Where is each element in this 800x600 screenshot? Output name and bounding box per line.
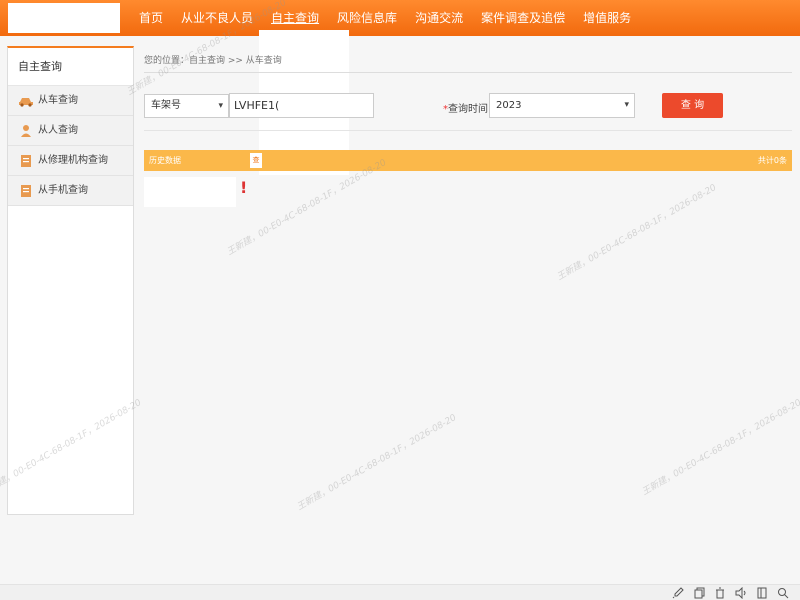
sidebar-item-label: 从修理机构查询	[38, 154, 108, 166]
sidebar-item-phone-query[interactable]: 从手机查询	[8, 176, 133, 206]
history-tab[interactable]: 查	[250, 153, 262, 168]
history-title: 历史数据	[149, 156, 181, 165]
nav-item-case-investigation[interactable]: 案件调查及追偿	[472, 0, 574, 36]
person-icon	[18, 123, 34, 139]
search-button[interactable]: 查 询	[662, 93, 723, 118]
search-icon[interactable]	[777, 587, 789, 599]
chevron-down-icon: ▾	[218, 101, 223, 111]
history-result-cell	[144, 177, 236, 207]
vin-input[interactable]: LVHFE1(	[229, 93, 374, 118]
sidebar-title: 自主查询	[8, 48, 133, 86]
nav-item-home[interactable]: 首页	[130, 0, 172, 36]
rocket-icon[interactable]	[672, 587, 684, 599]
top-nav-bar: 首页 从业不良人员 自主查询 风险信息库 沟通交流 案件调查及追偿 增值服务	[0, 0, 800, 36]
main-nav: 首页 从业不良人员 自主查询 风险信息库 沟通交流 案件调查及追偿 增值服务	[130, 0, 640, 36]
speaker-icon[interactable]	[735, 586, 747, 600]
sidebar-item-vehicle-query[interactable]: 从车查询	[8, 86, 133, 116]
document-icon	[18, 183, 34, 199]
divider	[144, 72, 792, 73]
copy-icon[interactable]	[694, 587, 706, 599]
sidebar-item-person-query[interactable]: 从人查询	[8, 116, 133, 146]
car-icon	[18, 93, 34, 109]
sidebar-item-label: 从人查询	[38, 124, 78, 136]
year-select[interactable]: 2023 ▾	[489, 93, 635, 118]
trash-icon[interactable]	[714, 587, 726, 599]
watermark: 王新建，00-E0-4C-68-08-1F，2026-08-20	[555, 182, 719, 283]
year-value: 2023	[496, 100, 522, 111]
window-icon[interactable]	[756, 587, 768, 599]
chevron-down-icon: ▾	[624, 100, 629, 110]
query-time-label: *查询时间:	[443, 104, 492, 115]
bottom-toolbar	[0, 584, 800, 600]
warning-icon: !	[240, 178, 248, 197]
watermark: 王新建，00-E0-4C-68-08-1F，2026-08-20	[295, 412, 459, 513]
nav-item-value-added[interactable]: 增值服务	[574, 0, 640, 36]
history-count: 共计0条	[757, 156, 787, 165]
nav-item-communication[interactable]: 沟通交流	[406, 0, 472, 36]
logo	[8, 3, 120, 33]
sidebar-item-label: 从车查询	[38, 94, 78, 106]
query-type-value: 车架号	[151, 100, 181, 111]
query-type-select[interactable]: 车架号 ▾	[144, 94, 229, 118]
sidebar-item-label: 从手机查询	[38, 184, 88, 196]
sidebar-item-repair-query[interactable]: 从修理机构查询	[8, 146, 133, 176]
history-data-bar: 历史数据 查 共计0条	[144, 150, 792, 171]
document-icon	[18, 153, 34, 169]
divider	[144, 130, 792, 131]
watermark: 王新建，00-E0-4C-68-08-1F，2026-08-20	[640, 397, 800, 498]
